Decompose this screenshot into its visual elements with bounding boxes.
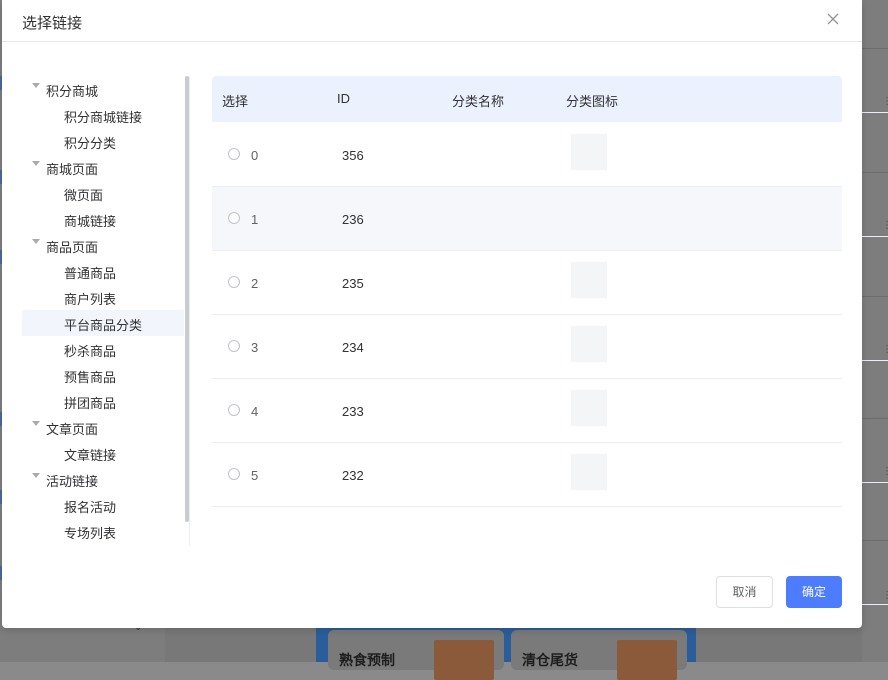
tree-item[interactable]: 积分商城链接 (22, 102, 184, 128)
row-id: 233 (342, 404, 364, 419)
confirm-button[interactable]: 确定 (786, 576, 842, 608)
tree-item[interactable]: 拼团商品 (22, 388, 184, 414)
column-header-select: 选择 (222, 94, 249, 109)
tree-item[interactable]: 积分分类 (22, 128, 184, 154)
background-card: 清仓尾货 (511, 630, 687, 680)
row-radio-label[interactable]: 0 (251, 148, 258, 163)
tree-item[interactable]: 普通商品 (22, 258, 184, 284)
caret-down-icon[interactable] (32, 421, 40, 426)
caret-down-icon[interactable] (32, 239, 40, 244)
table-row[interactable]: 1 236 (212, 187, 842, 251)
tree-item-label: 预售商品 (64, 370, 117, 385)
category-icon-image (571, 454, 607, 490)
tree-item-label: 普通商品 (64, 266, 117, 281)
tree-item-label: 文章页面 (46, 422, 99, 437)
tree-group[interactable]: 文章页面 (22, 414, 184, 440)
row-id: 232 (342, 468, 364, 483)
tree-group[interactable]: 积分商城 (22, 76, 184, 102)
tree-item-label: 活动链接 (46, 474, 99, 489)
tree-item[interactable]: 文章链接 (22, 440, 184, 466)
background-card-title: 熟食预制 (339, 652, 395, 668)
category-icon-image (571, 390, 607, 426)
close-icon[interactable] (824, 10, 842, 28)
row-radio-label[interactable]: 1 (251, 212, 258, 227)
tree-item-label: 积分商城链接 (64, 110, 143, 125)
row-radio[interactable] (228, 276, 240, 288)
row-radio[interactable] (228, 340, 240, 352)
tree-divider (189, 76, 190, 546)
row-radio-label[interactable]: 2 (251, 276, 258, 291)
tree-item-label: 拼团商品 (64, 396, 117, 411)
row-id: 356 (342, 148, 364, 163)
caret-down-icon[interactable] (32, 473, 40, 478)
row-radio[interactable] (228, 148, 240, 160)
tree-item-label: 报名活动 (64, 500, 117, 515)
table-row[interactable]: 0 356 (212, 123, 842, 187)
tree-item[interactable]: 微页面 (22, 180, 184, 206)
table-row[interactable]: 2 235 (212, 251, 842, 315)
tree-item-label: 微页面 (64, 188, 104, 203)
background-right-column: ⋮ ⋮ ⋮ ⋮ ⋮ (862, 0, 888, 662)
background-card-title: 清仓尾货 (522, 652, 578, 668)
tree-item-label: 文章链接 (64, 448, 117, 463)
tree-group[interactable]: 活动链接 (22, 466, 184, 492)
tree-group[interactable]: 商品页面 (22, 232, 184, 258)
tree-item-label: 秒杀商品 (64, 344, 117, 359)
tree-item-label: 商户列表 (64, 292, 117, 307)
caret-down-icon[interactable] (32, 83, 40, 88)
tree-item-label: 商城链接 (64, 214, 117, 229)
tree-item[interactable]: 平台商品分类 (22, 310, 184, 336)
dialog-header: 选择链接 (2, 0, 862, 42)
tree-item[interactable]: 报名活动 (22, 492, 184, 518)
column-header-name: 分类名称 (452, 94, 505, 109)
tree-item-label: 积分分类 (64, 136, 117, 151)
dialog-title: 选择链接 (22, 15, 83, 32)
tree-item[interactable]: 预售商品 (22, 362, 184, 388)
row-radio-label[interactable]: 5 (251, 468, 258, 483)
tree-item[interactable]: 秒杀商品 (22, 336, 184, 362)
row-id: 234 (342, 340, 364, 355)
tree-item-label: 专场列表 (64, 526, 117, 541)
tree-item-label: 积分商城 (46, 84, 99, 99)
tree-item-label: 商品页面 (46, 240, 99, 255)
row-id: 236 (342, 212, 364, 227)
background-card-image (434, 640, 494, 680)
caret-down-icon[interactable] (32, 161, 40, 166)
column-header-id: ID (337, 91, 350, 106)
select-link-dialog: 选择链接 积分商城积分商城链接 积分分类商城页面微页面商城链接商品页面普通商品商户… (2, 0, 862, 628)
tree-item-label: 平台商品分类 (64, 318, 143, 333)
tree-item-label: 商城页面 (46, 162, 99, 177)
row-radio[interactable] (228, 404, 240, 416)
cancel-button[interactable]: 取消 (716, 576, 773, 608)
background-card-image (617, 640, 677, 680)
row-radio-label[interactable]: 4 (251, 404, 258, 419)
row-radio-label[interactable]: 3 (251, 340, 258, 355)
row-radio[interactable] (228, 468, 240, 480)
category-icon-image (571, 326, 607, 362)
column-header-icon: 分类图标 (566, 94, 619, 109)
category-icon-image (571, 262, 607, 298)
category-icon-image (571, 134, 607, 170)
table-row[interactable]: 4 233 (212, 379, 842, 443)
tree-group[interactable]: 商城页面 (22, 154, 184, 180)
background-left-panel (0, 628, 165, 662)
tree-item[interactable]: 商户列表 (22, 284, 184, 310)
row-radio[interactable] (228, 212, 240, 224)
row-id: 235 (342, 276, 364, 291)
tree-item[interactable]: 专场列表 (22, 518, 184, 544)
tree-item[interactable]: 商城链接 (22, 206, 184, 232)
table-row[interactable]: 5 232 (212, 443, 842, 507)
link-category-tree: 积分商城积分商城链接 积分分类商城页面微页面商城链接商品页面普通商品商户列表平台商… (22, 76, 188, 546)
background-card: 熟食预制 (328, 630, 504, 680)
table-row[interactable]: 3 234 (212, 315, 842, 379)
table-header: 选择 ID 分类名称 分类图标 (212, 76, 842, 122)
